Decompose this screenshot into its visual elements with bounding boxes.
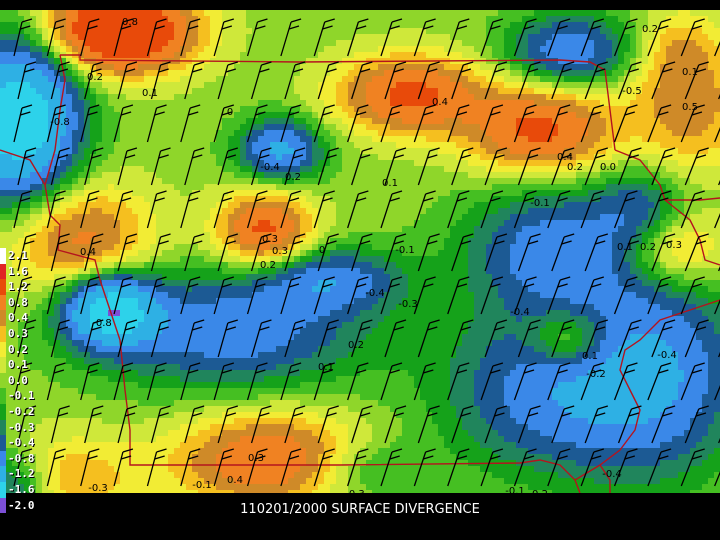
contour-label: 0.1: [682, 67, 698, 78]
legend-swatch: [0, 419, 6, 436]
legend-swatch: [0, 466, 6, 482]
contour-label: 0.2: [260, 260, 276, 271]
color-legend: 2.1 1.6 1.2 0.8 0.4 0.3 0.2 0.1 0.0 -0.1 -0.2 -0.3 -…: [0, 248, 35, 514]
legend-label: 2.1: [8, 249, 28, 262]
contour-label: 0.2: [87, 72, 103, 83]
legend-label: -1.6: [8, 483, 35, 496]
legend-swatch: [0, 279, 6, 295]
legend-swatch: [0, 325, 6, 342]
contour-label: 0.1: [142, 88, 158, 99]
legend-label: 0.0: [8, 373, 28, 387]
legend-swatch: [0, 341, 6, 358]
contour-label: 0.1: [318, 362, 334, 373]
contour-label: 0.8: [122, 17, 138, 28]
contour-label: -0.8: [92, 318, 112, 329]
contour-label: -0.1: [192, 480, 212, 491]
legend-swatch: [0, 357, 6, 373]
legend-label: -0.4: [8, 436, 35, 450]
contour-label: 0.1: [382, 178, 398, 189]
legend-label: -0.2: [8, 405, 35, 418]
contour-label: -0.4: [510, 307, 530, 318]
contour-label: -0.8: [50, 117, 70, 128]
contour-label: 0.4: [80, 247, 96, 258]
legend-swatch: [0, 372, 6, 389]
contour-label: 0.5: [682, 102, 698, 113]
contour-label: -0.2: [586, 369, 606, 380]
divergence-field: [0, 10, 720, 493]
legend-swatch: [0, 294, 6, 311]
contour-label: 0.3: [272, 246, 288, 257]
legend-swatch: [0, 248, 6, 264]
divergence-map: 0.8 0.2 0.1 0 -0.8 0.4 0.2 0.1 0.5 -0.5 0.4 0.2 0.0 -…: [0, 10, 720, 493]
map-frame: 0.8 0.2 0.1 0 -0.8 0.4 0.2 0.1 0.5 -0.5 0.4 0.2 0.0 -…: [0, 0, 720, 540]
legend-swatch: [0, 403, 6, 420]
contour-label: 0: [227, 107, 233, 118]
legend-swatch: [0, 310, 6, 326]
contour-label: 0.2: [532, 489, 548, 493]
contour-label: 0.3: [248, 453, 264, 464]
legend-swatch: [0, 481, 6, 498]
contour-label: 0.1: [617, 242, 633, 253]
legend-label: -0.3: [8, 420, 35, 434]
contour-label: -0.1: [505, 486, 525, 493]
legend-swatch: [0, 450, 6, 467]
contour-label: 0: [319, 245, 325, 256]
contour-label: -0.3: [345, 489, 365, 493]
contour-label: 0.2: [567, 162, 583, 173]
contour-label: -0.4: [657, 350, 677, 361]
legend-label: 0.4: [8, 311, 28, 325]
contour-label: -0.4: [365, 288, 385, 299]
contour-label: 0.3: [666, 240, 682, 251]
contour-label: 0.2: [285, 172, 301, 183]
legend-swatch: [0, 388, 6, 404]
legend-label: 0.3: [8, 327, 28, 340]
contour-label: -0.3: [88, 483, 108, 493]
legend-label: 1.2: [8, 280, 28, 294]
legend-label: 0.2: [8, 342, 28, 356]
legend-swatch: [0, 435, 6, 451]
contour-label: -0.1: [395, 245, 415, 256]
contour-label: 0.1: [582, 351, 598, 362]
contour-label: 0.2: [348, 340, 364, 351]
legend-label: 1.6: [8, 264, 28, 278]
legend-label: -0.8: [8, 451, 35, 465]
map-caption: 110201/2000 SURFACE DIVERGENCE: [240, 502, 480, 517]
contour-label: -0.5: [622, 86, 642, 97]
legend-label: 0.8: [8, 295, 28, 309]
legend-label: -0.1: [8, 389, 35, 403]
contour-label: -0.4: [602, 469, 622, 480]
legend-label: -1.2: [8, 467, 35, 481]
contour-label: -0.3: [398, 299, 418, 310]
contour-label: 0.4: [432, 97, 448, 108]
contour-label: 0.2: [640, 242, 656, 253]
contour-label: 0.4: [227, 475, 243, 486]
legend-swatch: [0, 263, 6, 280]
legend-label: 0.1: [8, 358, 28, 372]
contour-label: -0.4: [260, 162, 280, 173]
contour-label: -0.1: [530, 198, 550, 209]
contour-label: 0.2: [642, 24, 658, 35]
contour-label: 0.0: [600, 162, 616, 173]
contour-label: 0.3: [262, 234, 278, 245]
